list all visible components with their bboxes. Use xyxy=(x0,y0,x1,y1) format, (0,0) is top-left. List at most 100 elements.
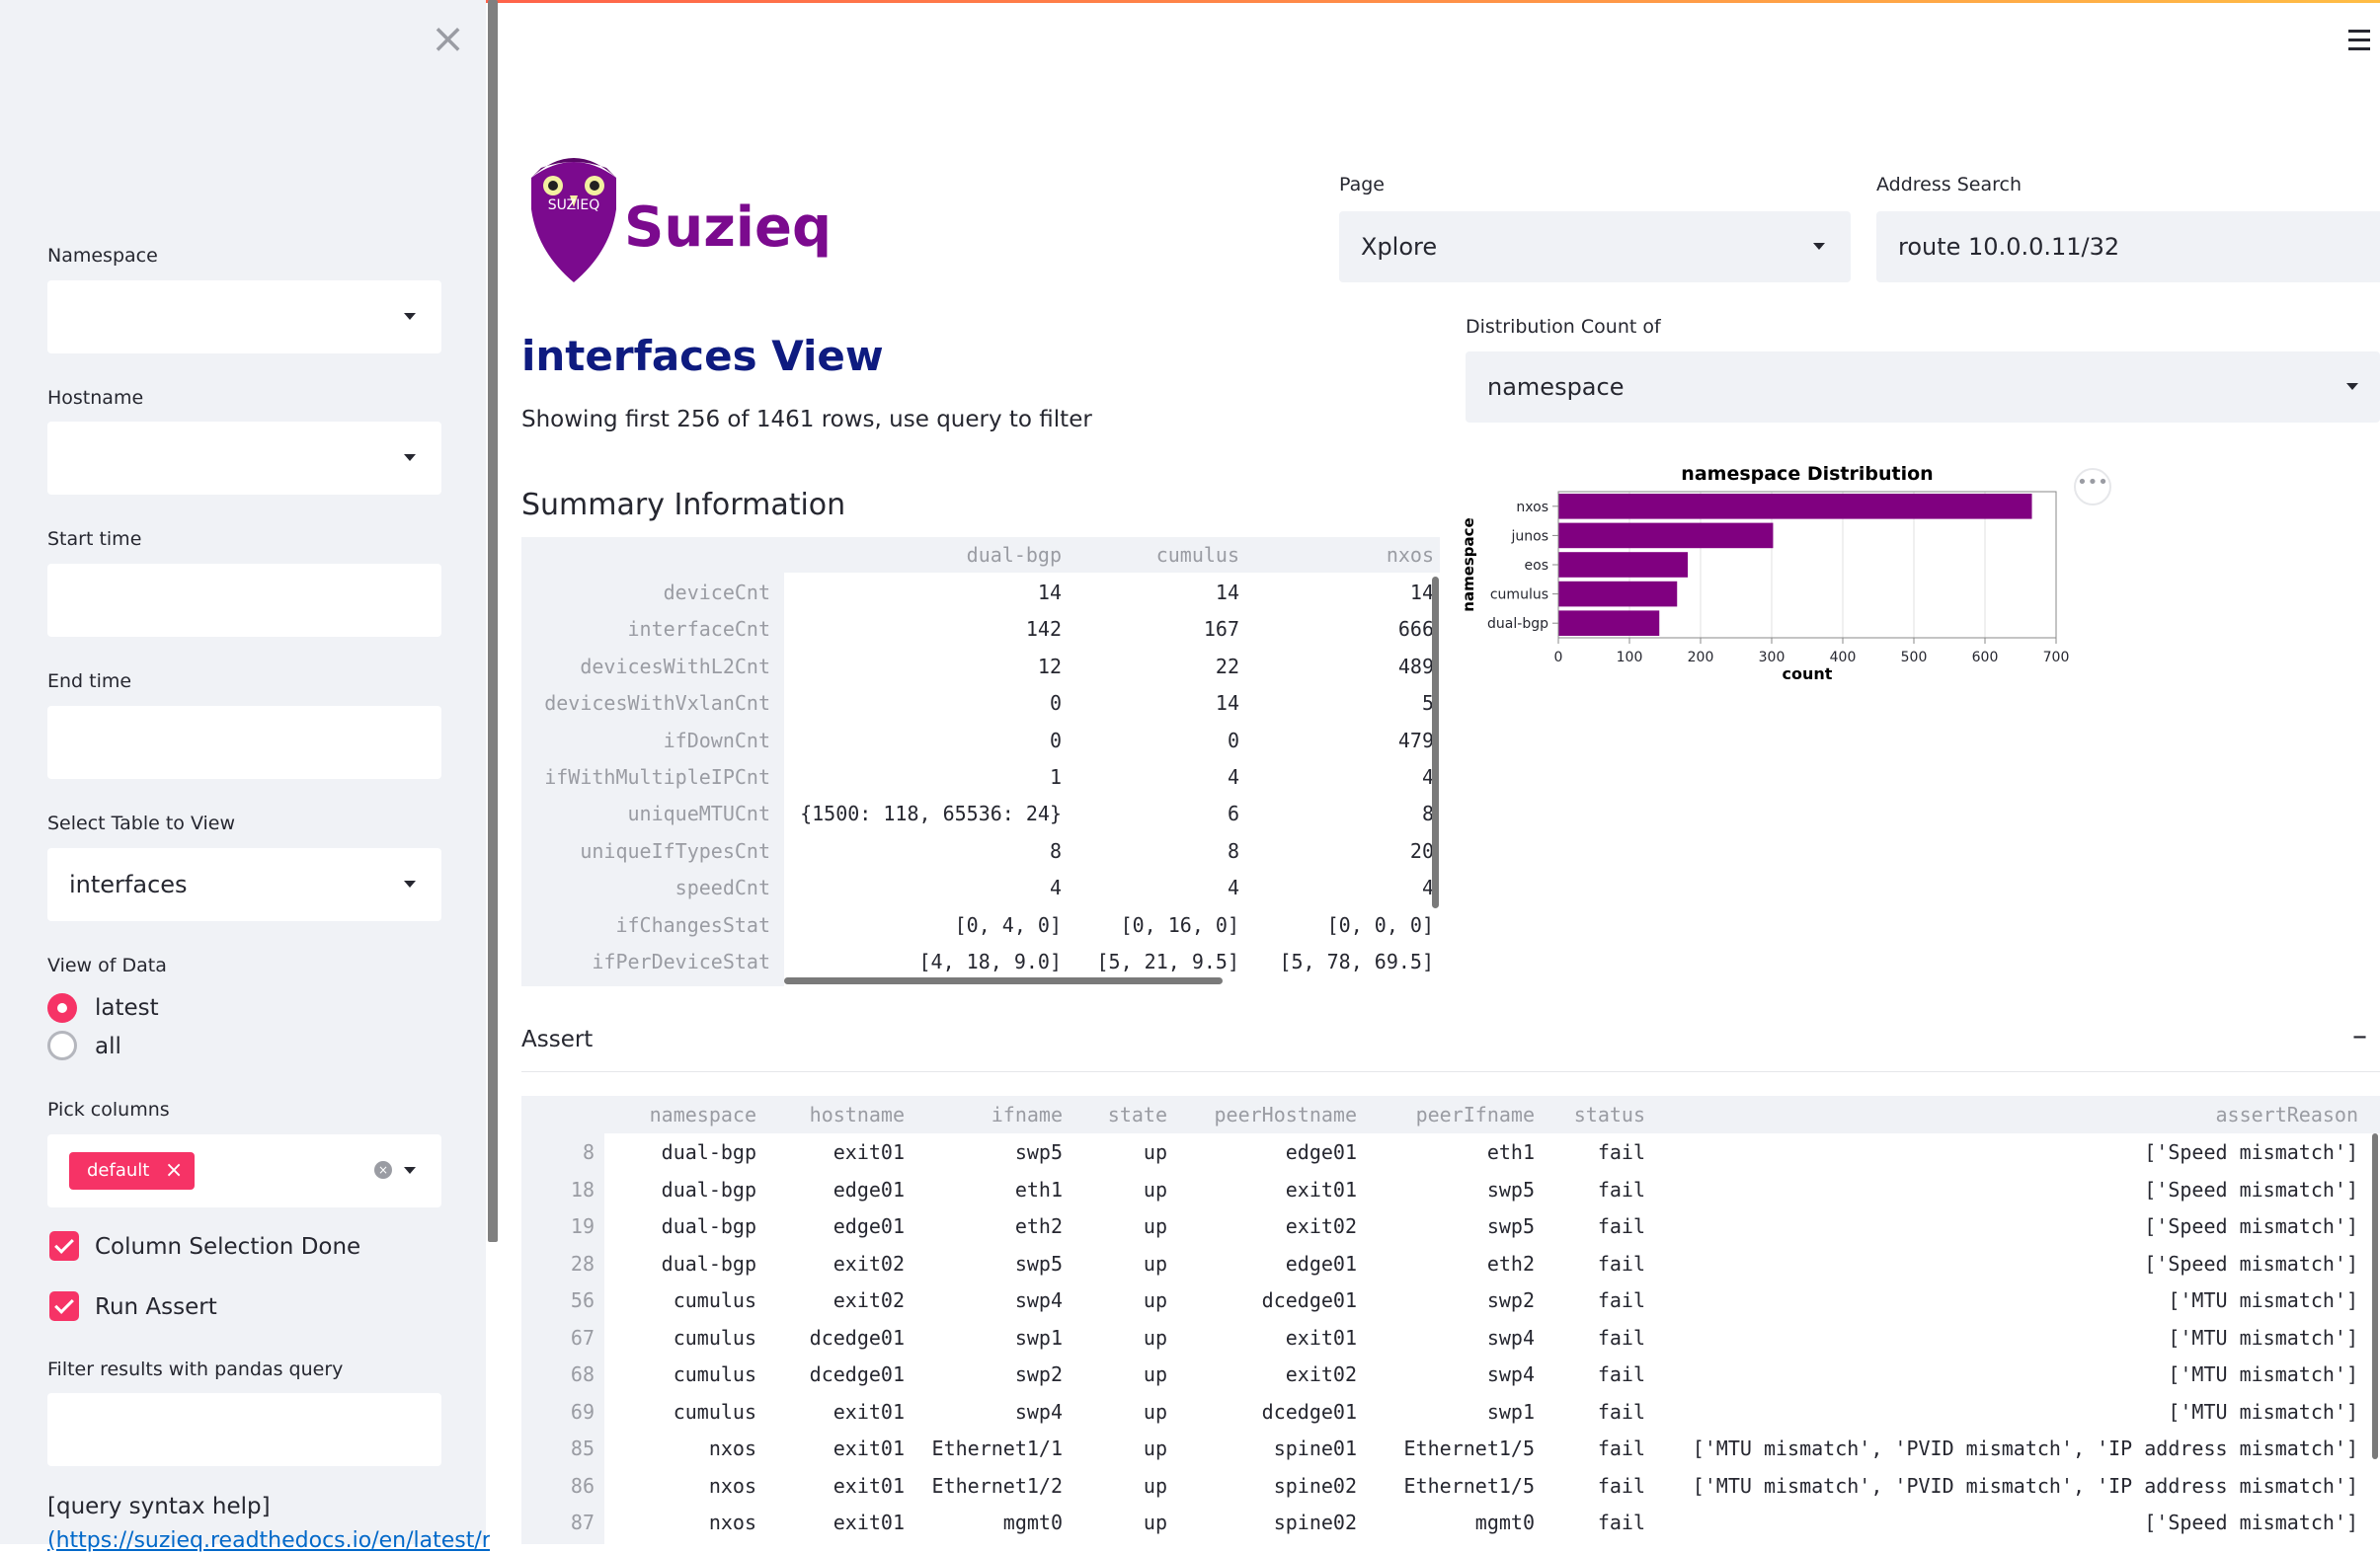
summary-row-label: ifDownCnt xyxy=(663,728,770,752)
assert-column-header: peerIfname xyxy=(1415,1103,1535,1126)
assert-section-title[interactable]: Assert xyxy=(521,1027,593,1052)
sidebar-scrollbar[interactable] xyxy=(488,0,498,1242)
column-selection-done-checkbox[interactable] xyxy=(49,1231,79,1261)
assert-cell: swp4 xyxy=(1486,1325,1535,1350)
assert-row-index: 69 xyxy=(570,1399,595,1424)
summary-table-vertical-scrollbar[interactable] xyxy=(1432,577,1439,908)
brand-name: Suzieq xyxy=(624,195,833,260)
summary-cell: [5, 21, 9.5] xyxy=(1096,950,1240,973)
assert-cell: fail xyxy=(1597,1251,1645,1276)
logo-text: SUZIEQ xyxy=(548,197,599,213)
chart-more-options-icon[interactable]: ••• xyxy=(2074,468,2111,505)
radio-latest-label[interactable]: latest xyxy=(95,995,159,1021)
summary-column-header: nxos xyxy=(1386,543,1434,567)
assert-cell: eth1 xyxy=(1014,1177,1063,1202)
run-assert-checkbox[interactable] xyxy=(49,1291,79,1321)
radio-all-label[interactable]: all xyxy=(95,1034,121,1059)
summary-cell: 22 xyxy=(1215,654,1239,678)
start-time-input[interactable] xyxy=(47,564,441,637)
assert-cell: Ethernet1/5 xyxy=(1403,1473,1535,1498)
assert-cell: edge01 xyxy=(833,1214,905,1238)
query-help-text: [query syntax help] xyxy=(47,1494,271,1519)
assert-table-vertical-scrollbar[interactable] xyxy=(2372,1133,2378,1459)
assert-cell: cumulus xyxy=(673,1399,756,1424)
assert-cell: cumulus xyxy=(673,1325,756,1350)
summary-table[interactable]: dual-bgp cumulus nxos deviceCnt 14 14 14 interf… xyxy=(521,537,1440,986)
summary-cell: 4 xyxy=(1227,765,1239,789)
hostname-select[interactable] xyxy=(47,422,441,495)
summary-cell: {1500: 118, 65536: 24} xyxy=(800,802,1062,826)
summary-column-header: dual-bgp xyxy=(966,543,1062,567)
chart-category-label: dual-bgp xyxy=(1487,616,1548,632)
assert-cell: swp4 xyxy=(1486,1362,1535,1386)
chart-x-tick-label: 400 xyxy=(1830,650,1857,665)
pick-columns-multiselect[interactable]: default × × xyxy=(47,1134,441,1207)
page-select-label: Page xyxy=(1339,174,1385,195)
namespace-select[interactable] xyxy=(47,280,441,353)
assert-cell: eth2 xyxy=(1014,1214,1063,1238)
remove-tag-icon[interactable]: × xyxy=(165,1152,183,1190)
summary-cell: [0, 0, 0] xyxy=(1326,912,1434,937)
hostname-label: Hostname xyxy=(47,387,144,409)
assert-cell: dual-bgp xyxy=(661,1214,756,1238)
summary-cell: 489 xyxy=(1397,654,1434,678)
summary-cell: 8 xyxy=(1421,802,1434,826)
assert-cell: edge01 xyxy=(1285,1140,1357,1164)
clear-icon[interactable]: × xyxy=(374,1161,392,1179)
assert-column-header: namespace xyxy=(649,1103,756,1126)
summary-cell: [5, 78, 69.5] xyxy=(1279,950,1434,973)
end-time-input[interactable] xyxy=(47,706,441,779)
assert-row-index: 86 xyxy=(570,1473,595,1498)
assert-cell: Ethernet1/2 xyxy=(931,1473,1063,1498)
assert-row-index: 56 xyxy=(570,1288,595,1312)
assert-cell: fail xyxy=(1597,1362,1645,1386)
close-icon[interactable]: × xyxy=(431,18,465,59)
collapse-minus-icon[interactable]: – xyxy=(2352,1019,2367,1053)
chart-category-label: eos xyxy=(1525,558,1548,574)
pick-columns-label: Pick columns xyxy=(47,1099,170,1121)
summary-row-label: ifWithMultipleIPCnt xyxy=(544,765,770,789)
assert-cell: spine01 xyxy=(1273,1437,1357,1460)
assert-cell: spine02 xyxy=(1273,1511,1357,1534)
chevron-down-icon[interactable] xyxy=(404,1167,416,1174)
assert-cell: exit02 xyxy=(1285,1362,1357,1386)
assert-cell: ['MTU mismatch'] xyxy=(2168,1325,2358,1350)
assert-cell: nxos xyxy=(708,1437,756,1460)
row-count-subtitle: Showing first 256 of 1461 rows, use quer… xyxy=(521,407,1092,432)
table-select[interactable]: interfaces xyxy=(47,848,441,921)
summary-row-label: uniqueMTUCnt xyxy=(627,802,771,826)
summary-title: Summary Information xyxy=(521,488,846,522)
filter-query-input[interactable] xyxy=(47,1393,441,1466)
radio-all[interactable] xyxy=(47,1031,77,1060)
summary-cell: 0 xyxy=(1049,691,1062,716)
column-selection-done-label[interactable]: Column Selection Done xyxy=(95,1234,360,1260)
summary-row-label: deviceCnt xyxy=(663,581,770,604)
chart-bar xyxy=(1558,552,1689,578)
hamburger-menu-icon[interactable] xyxy=(2348,30,2370,56)
address-search-value: route 10.0.0.11/32 xyxy=(1898,233,2120,261)
page-select[interactable]: Xplore xyxy=(1339,211,1851,282)
summary-cell: 0 xyxy=(1049,728,1062,752)
radio-latest[interactable] xyxy=(47,993,77,1023)
summary-cell: 4 xyxy=(1421,876,1434,900)
assert-cell: exit01 xyxy=(1285,1325,1357,1350)
summary-cell: 4 xyxy=(1049,876,1062,900)
chart-bar xyxy=(1558,610,1660,636)
distribution-count-select[interactable]: namespace xyxy=(1466,351,2380,423)
assert-cell: fail xyxy=(1597,1214,1645,1238)
assert-table[interactable]: namespace hostname ifname state peerHostname… xyxy=(521,1096,2380,1544)
chevron-down-icon xyxy=(1813,243,1825,250)
assert-cell: Ethernet1/5 xyxy=(1403,1437,1535,1460)
table-select-label: Select Table to View xyxy=(47,813,236,834)
assert-cell: ['MTU mismatch'] xyxy=(2168,1399,2358,1424)
assert-cell: swp1 xyxy=(1486,1399,1535,1424)
run-assert-label[interactable]: Run Assert xyxy=(95,1294,217,1320)
query-help-link[interactable]: (https://suzieq.readthedocs.io/en/latest… xyxy=(47,1528,490,1553)
summary-table-horizontal-scrollbar[interactable] xyxy=(784,977,1223,984)
assert-cell: swp2 xyxy=(1486,1288,1535,1312)
chart-x-tick-label: 700 xyxy=(2043,650,2070,665)
address-search-input[interactable]: route 10.0.0.11/32 xyxy=(1876,211,2380,282)
assert-cell: up xyxy=(1143,1214,1167,1238)
assert-cell: dual-bgp xyxy=(661,1177,756,1202)
suzieq-owl-logo: SUZIEQ xyxy=(531,158,616,282)
